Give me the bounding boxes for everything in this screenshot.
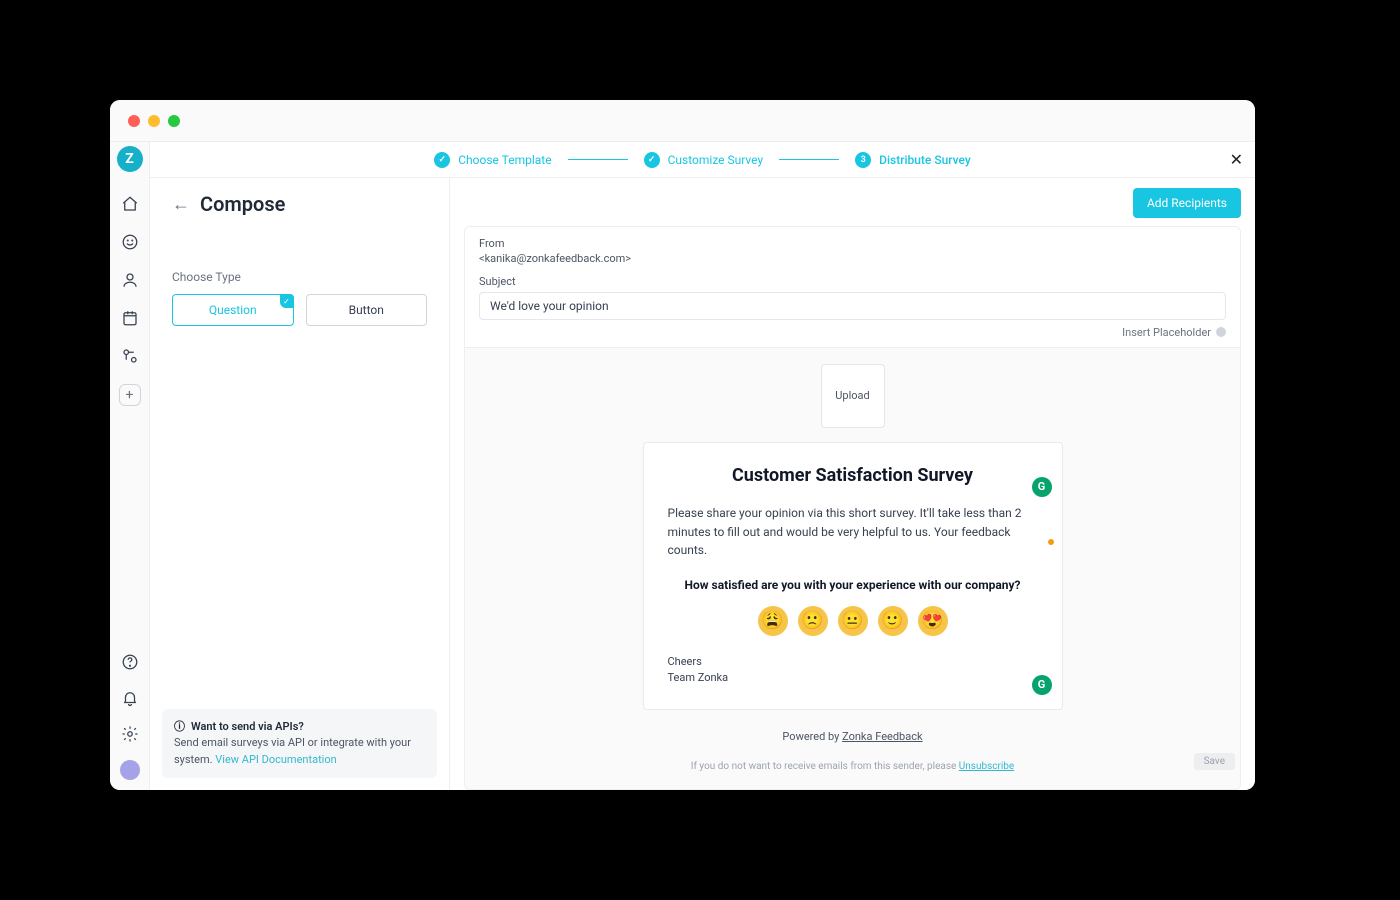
type-button-button[interactable]: Button: [306, 294, 428, 326]
help-icon[interactable]: [120, 652, 140, 672]
user-icon[interactable]: [120, 270, 140, 290]
type-question-button[interactable]: Question: [172, 294, 294, 326]
rating-5-love-icon[interactable]: 😍: [918, 606, 948, 636]
api-doc-link[interactable]: View API Documentation: [215, 753, 336, 766]
app-window: Z + ✓ Ch: [110, 100, 1255, 790]
step2-label[interactable]: Customize Survey: [668, 153, 764, 167]
from-label: From: [479, 237, 1226, 250]
grammarly-icon[interactable]: G: [1032, 477, 1052, 497]
upload-logo-button[interactable]: Upload: [821, 364, 885, 428]
bell-icon[interactable]: [120, 688, 140, 708]
save-indicator: Save: [1194, 753, 1235, 770]
home-icon[interactable]: [120, 194, 140, 214]
signoff-1[interactable]: Cheers: [668, 654, 1038, 671]
compose-panel: ← Compose Choose Type Question Button ⓘ …: [150, 178, 450, 790]
step3-label[interactable]: Distribute Survey: [879, 153, 971, 167]
step-divider: [779, 159, 839, 160]
type-button-label: Button: [349, 303, 384, 317]
survey-intro[interactable]: Please share your opinion via this short…: [668, 504, 1038, 560]
maximize-window-icon[interactable]: [168, 115, 180, 127]
rating-emoji-row: 😩 🙁 😐 🙂 😍: [668, 606, 1038, 636]
rating-2-sad-icon[interactable]: 🙁: [798, 606, 828, 636]
integration-icon[interactable]: [120, 346, 140, 366]
feedback-icon[interactable]: [120, 232, 140, 252]
step1-label[interactable]: Choose Template: [458, 153, 551, 167]
from-value: <kanika@zonkafeedback.com>: [479, 252, 1226, 265]
close-icon[interactable]: ✕: [1230, 150, 1243, 169]
type-question-label: Question: [209, 303, 257, 317]
step3-number-icon: 3: [855, 152, 871, 168]
stepper: ✓ Choose Template ✓ Customize Survey 3 D…: [150, 142, 1255, 178]
settings-icon[interactable]: [120, 724, 140, 744]
email-compose-box: From <kanika@zonkafeedback.com> Subject …: [464, 226, 1241, 790]
api-info-panel: ⓘ Want to send via APIs? Send email surv…: [162, 709, 437, 779]
signoff-2[interactable]: Team Zonka: [668, 670, 1038, 687]
survey-title: Customer Satisfaction Survey: [668, 465, 1038, 486]
email-editor: Add Recipients From <kanika@zonkafeedbac…: [450, 178, 1255, 790]
email-canvas: Upload G G Customer Satisfaction Survey …: [465, 347, 1240, 790]
minimize-window-icon[interactable]: [148, 115, 160, 127]
titlebar: [110, 100, 1255, 142]
info-icon: ⓘ: [174, 719, 185, 736]
calendar-icon[interactable]: [120, 308, 140, 328]
rating-3-neutral-icon[interactable]: 😐: [838, 606, 868, 636]
grammarly-icon[interactable]: G: [1032, 675, 1052, 695]
step1-check-icon: ✓: [434, 152, 450, 168]
subject-input[interactable]: [479, 292, 1226, 320]
powered-by-text: Powered by: [782, 730, 842, 743]
back-arrow-icon[interactable]: ←: [172, 194, 190, 215]
rating-4-happy-icon[interactable]: 🙂: [878, 606, 908, 636]
subject-label: Subject: [479, 275, 1226, 288]
choose-type-label: Choose Type: [172, 270, 427, 284]
sidebar: Z +: [110, 142, 150, 790]
rating-1-very-sad-icon[interactable]: 😩: [758, 606, 788, 636]
survey-question: How satisfied are you with your experien…: [668, 578, 1038, 592]
avatar[interactable]: [120, 760, 140, 780]
logo-icon[interactable]: Z: [117, 146, 143, 172]
insert-placeholder-link[interactable]: Insert Placeholder: [1122, 326, 1211, 339]
page-title: Compose: [200, 192, 285, 216]
step2-check-icon: ✓: [644, 152, 660, 168]
add-button[interactable]: +: [119, 384, 141, 406]
api-head-text: Want to send via APIs?: [191, 719, 304, 736]
email-preview-card: G G Customer Satisfaction Survey Please …: [643, 442, 1063, 710]
alert-dot-icon: [1048, 539, 1054, 545]
add-recipients-button[interactable]: Add Recipients: [1133, 188, 1241, 218]
unsubscribe-link[interactable]: Unsubscribe: [959, 761, 1014, 772]
unsub-text: If you do not want to receive emails fro…: [691, 761, 959, 772]
placeholder-help-icon[interactable]: [1216, 327, 1226, 337]
step-divider: [568, 159, 628, 160]
close-window-icon[interactable]: [128, 115, 140, 127]
powered-by-link[interactable]: Zonka Feedback: [842, 730, 922, 743]
